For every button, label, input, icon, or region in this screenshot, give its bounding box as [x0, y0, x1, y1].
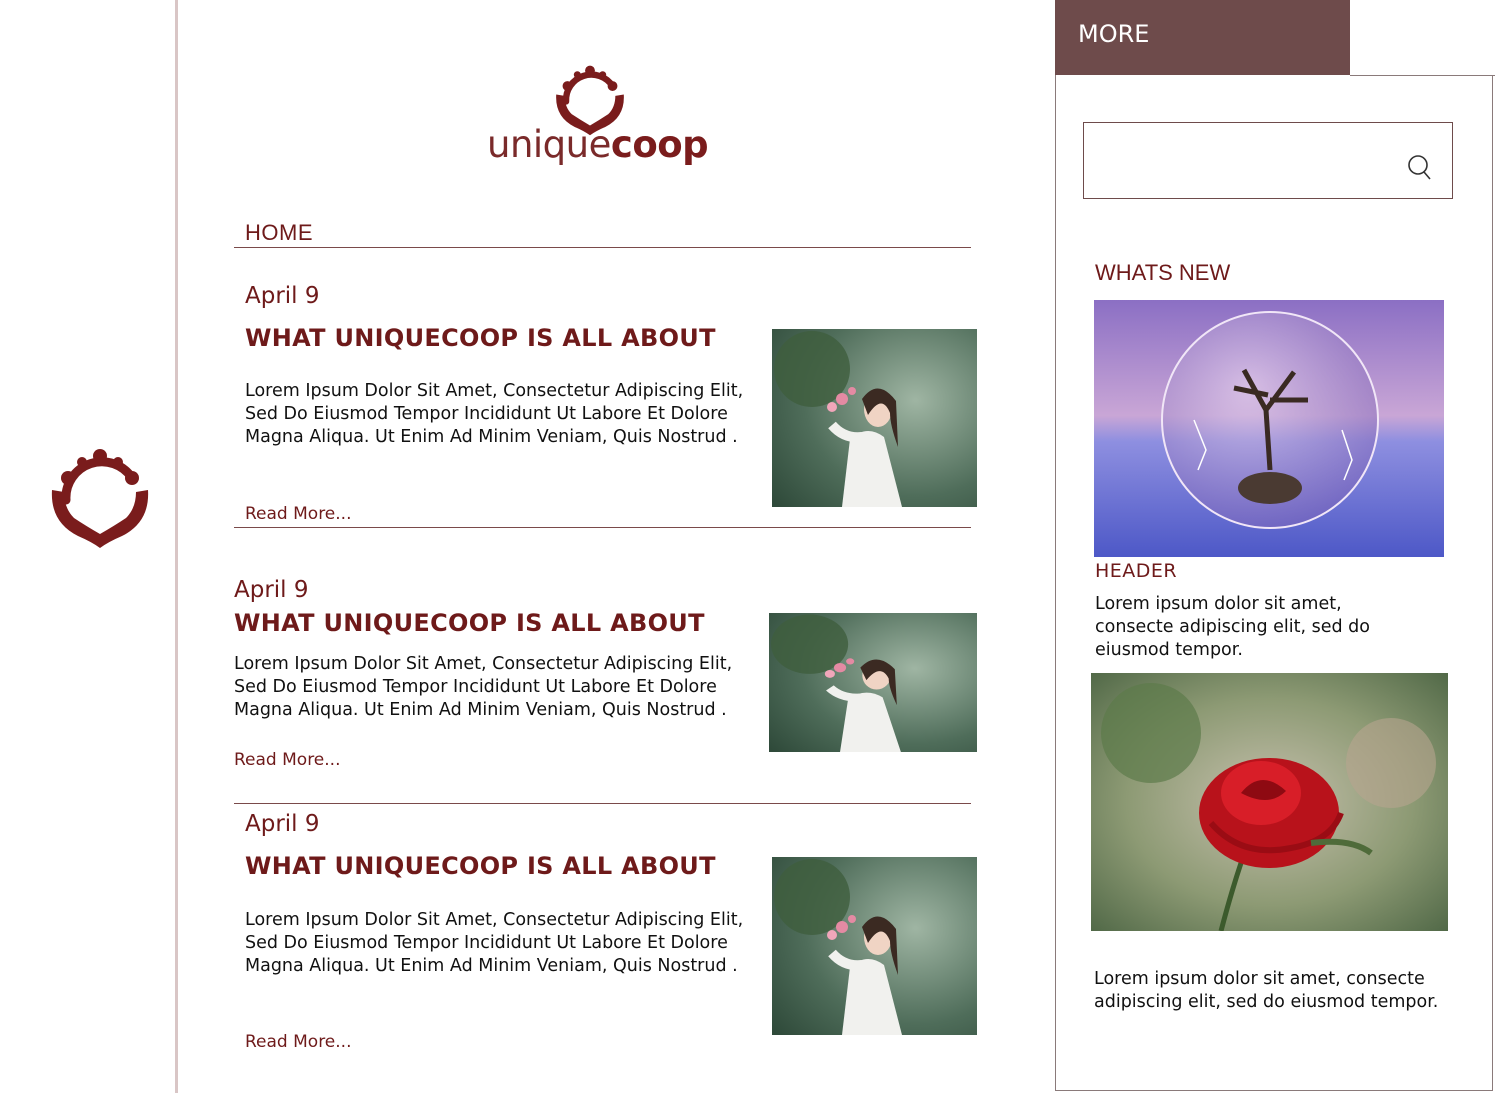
post-divider	[234, 527, 971, 528]
post-body: Lorem Ipsum Dolor Sit Amet, Consectetur …	[245, 910, 744, 976]
hands-circle-logo-icon	[51, 449, 149, 548]
post-title[interactable]: WHAT UNIQUECOOP IS ALL ABOUT	[245, 324, 716, 352]
search-box[interactable]	[1083, 122, 1453, 199]
post-date: April 9	[245, 283, 320, 309]
more-tab-label: MORE	[1078, 20, 1150, 48]
whats-new-heading: WHATS NEW	[1095, 260, 1231, 285]
feature-header[interactable]: HEADER	[1095, 560, 1177, 582]
nav-home-link[interactable]: HOME	[245, 220, 313, 246]
post-body: Lorem Ipsum Dolor Sit Amet, Consectetur …	[234, 654, 733, 720]
post-body: Lorem Ipsum Dolor Sit Amet, Consectetur …	[245, 381, 744, 447]
post-date: April 9	[245, 811, 320, 837]
second-text: Lorem ipsum dolor sit amet, consecte adi…	[1094, 969, 1439, 1012]
read-more-link[interactable]: Read More...	[245, 504, 351, 524]
sidebar-panel	[1055, 75, 1493, 1091]
rose-image[interactable]	[1091, 673, 1448, 931]
post-divider	[234, 803, 971, 804]
post-title[interactable]: WHAT UNIQUECOOP IS ALL ABOUT	[245, 852, 716, 880]
read-more-link[interactable]: Read More...	[245, 1032, 351, 1052]
search-input[interactable]	[1094, 143, 1398, 181]
read-more-link[interactable]: Read More...	[234, 750, 340, 770]
post-image[interactable]	[769, 613, 977, 752]
sidebar-panel-border	[1350, 75, 1495, 76]
brand-wordmark[interactable]: uniquecoop	[487, 123, 709, 166]
feature-image[interactable]	[1094, 300, 1444, 557]
post-date: April 9	[234, 577, 309, 603]
more-tab[interactable]: MORE	[1055, 0, 1350, 75]
brand-name-bold: coop	[610, 123, 709, 166]
post-image[interactable]	[772, 857, 977, 1035]
vertical-divider	[175, 0, 178, 1093]
search-icon[interactable]	[1406, 153, 1432, 181]
feature-text: Lorem ipsum dolor sit amet, consecte adi…	[1095, 594, 1370, 660]
nav-divider	[234, 247, 971, 248]
brand-name-light: unique	[487, 123, 611, 166]
post-image[interactable]	[772, 329, 977, 507]
post-title[interactable]: WHAT UNIQUECOOP IS ALL ABOUT	[234, 609, 705, 637]
